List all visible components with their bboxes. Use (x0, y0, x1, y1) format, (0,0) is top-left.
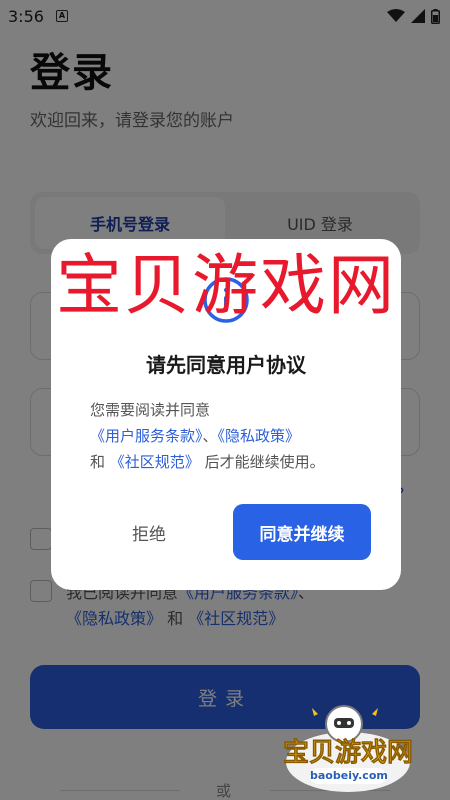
watermark-text: 宝贝游戏网 (56, 247, 396, 324)
dialog-and: 和 (90, 453, 106, 471)
dialog-privacy-link[interactable]: 《隐私政策》 (218, 427, 301, 445)
watermark-logo-name: 宝贝游戏网 (282, 738, 414, 769)
dialog-title: 请先同意用户协议 (146, 353, 306, 377)
dialog-terms-link[interactable]: 《用户服务条款》 (90, 427, 203, 445)
reject-button[interactable]: 拒绝 (99, 504, 199, 560)
dialog-community-link[interactable]: 《社区规范》 (110, 453, 200, 471)
dialog-message-prefix: 您需要阅读并同意 (90, 401, 211, 419)
watermark-logo: 宝贝游戏网 baobeiy.com (268, 700, 428, 795)
dialog-message: 您需要阅读并同意 《用户服务条款》、《隐私政策》 和 《社区规范》 后才能继续使… (90, 397, 380, 475)
accept-continue-button[interactable]: 同意并继续 (233, 504, 371, 560)
watermark-logo-url: baobeiy.com (310, 768, 388, 784)
dialog-message-suffix: 后才能继续使用。 (204, 453, 325, 471)
dialog-sep: 、 (202, 427, 218, 445)
